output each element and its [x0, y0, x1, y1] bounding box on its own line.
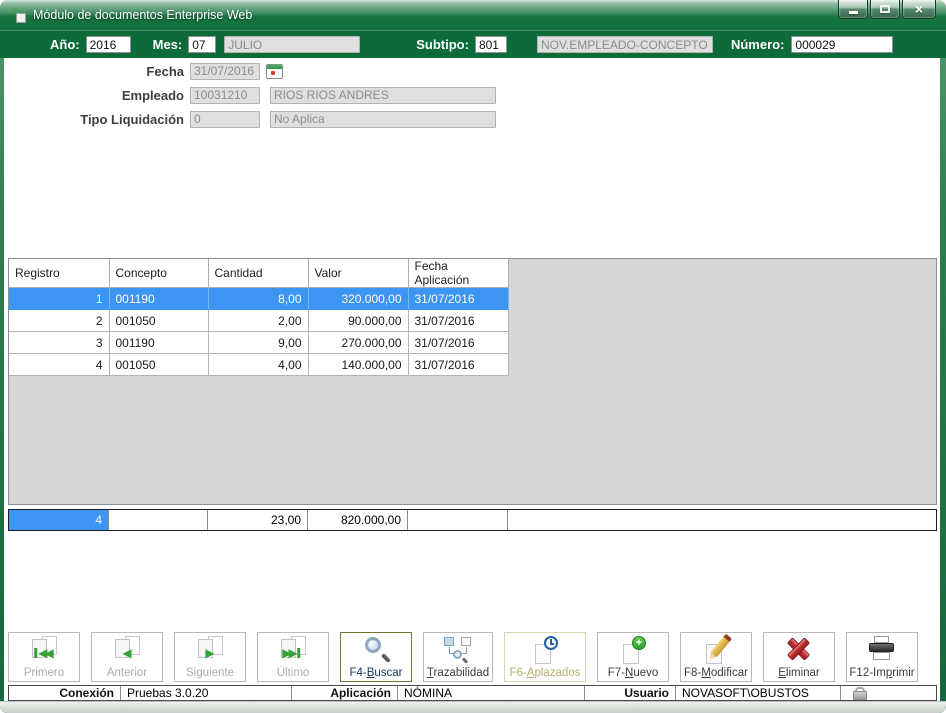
imprimir-button[interactable]: F12-Imprimir: [846, 632, 918, 682]
table-row[interactable]: 4 001050 4,00 140.000,00 31/07/2016: [9, 353, 509, 376]
total-concepto: [109, 510, 208, 530]
numero-label: Número:: [730, 37, 785, 52]
aplazados-button: F6-Aplazados: [504, 632, 586, 682]
maximize-button[interactable]: [870, 0, 900, 19]
app-window: Módulo de documentos Enterprise Web × Añ…: [0, 0, 946, 713]
button-label: Primero: [23, 667, 65, 679]
button-label: Siguiente: [186, 667, 234, 679]
table-header-row: Registro Concepto Cantidad Valor Fecha A…: [9, 259, 509, 288]
totals-row: 4 23,00 820.000,00: [8, 509, 937, 531]
fecha-label: Fecha: [146, 63, 184, 79]
document-header-bar: Año: Mes: Subtipo: Número:: [0, 30, 946, 58]
mes-input[interactable]: [188, 36, 217, 53]
total-valor: 820.000,00: [308, 510, 408, 530]
button-label: F12-Imprimir: [849, 667, 915, 679]
close-icon: ×: [914, 0, 924, 17]
conexion-value: Pruebas 3.0.20: [121, 686, 292, 700]
traceability-icon: [441, 636, 475, 664]
security-cell: [841, 686, 936, 700]
button-label: Anterior: [106, 667, 148, 679]
client-area: Fecha Empleado Tipo Liquidación: [4, 58, 940, 701]
usuario-value: NOVASOFT\OBUSTOS: [676, 686, 841, 700]
previous-record-icon: ◀: [111, 636, 143, 663]
ano-label: Año:: [50, 37, 80, 52]
button-label: F4-Buscar: [349, 667, 403, 679]
new-record-icon: +: [619, 636, 647, 664]
mes-nombre-field: [224, 36, 361, 53]
total-fecha: [408, 510, 508, 530]
ultimo-button: ▶▶ Último: [257, 632, 329, 682]
button-label: Trazabilidad: [426, 667, 490, 679]
deferred-clock-icon: [531, 636, 559, 664]
button-label: Eliminar: [778, 667, 820, 679]
calendar-icon[interactable]: [266, 63, 283, 79]
action-toolbar: ◀◀ Primero ◀ Anterior ▶ Siguiente ▶▶ Últ…: [8, 632, 918, 682]
minimize-button[interactable]: [838, 0, 868, 19]
records-grid-panel: Registro Concepto Cantidad Valor Fecha A…: [8, 258, 937, 505]
primero-button: ◀◀ Primero: [8, 632, 80, 682]
mes-label: Mes:: [152, 37, 183, 52]
conexion-label: Conexión: [9, 686, 121, 700]
table-row[interactable]: 2 001050 2,00 90.000,00 31/07/2016: [9, 309, 509, 332]
tipo-liquidacion-nombre-field: [270, 110, 496, 128]
subtipo-label: Subtipo:: [416, 37, 469, 52]
maximize-icon: [880, 5, 890, 13]
numero-input[interactable]: [791, 36, 894, 53]
siguiente-button: ▶ Siguiente: [174, 632, 246, 682]
document-form: Fecha Empleado Tipo Liquidación: [4, 62, 940, 134]
printer-icon: [867, 636, 897, 662]
first-record-icon: ◀◀: [28, 636, 60, 663]
fecha-field: [190, 62, 260, 80]
nuevo-button[interactable]: + F7-Nuevo: [597, 632, 669, 682]
last-record-icon: ▶▶: [277, 636, 309, 663]
records-table: Registro Concepto Cantidad Valor Fecha A…: [9, 259, 509, 376]
search-icon: [361, 636, 391, 664]
tipo-liquidacion-codigo-field: [190, 110, 260, 128]
total-filler: [508, 510, 936, 530]
aplicacion-value: NÓMINA: [398, 686, 585, 700]
col-registro[interactable]: Registro: [9, 259, 110, 288]
tipo-liquidacion-label: Tipo Liquidación: [80, 111, 184, 127]
window-bottom-frame: [0, 701, 946, 713]
empleado-nombre-field: [270, 86, 496, 104]
lock-icon: [853, 686, 867, 700]
total-cantidad: 23,00: [208, 510, 308, 530]
window-controls: ×: [838, 0, 936, 19]
col-concepto[interactable]: Concepto: [108, 259, 209, 288]
modificar-button[interactable]: F8-Modificar: [680, 632, 752, 682]
subtipo-input[interactable]: [474, 36, 507, 53]
col-fecha-aplicacion[interactable]: Fecha Aplicación: [407, 259, 509, 288]
button-label: F6-Aplazados: [509, 667, 581, 679]
subtipo-nombre-field: [536, 36, 713, 53]
delete-x-icon: [784, 636, 814, 662]
next-record-icon: ▶: [194, 636, 226, 663]
empleado-label: Empleado: [121, 87, 184, 103]
table-row[interactable]: 3 001190 9,00 270.000,00 31/07/2016: [9, 331, 509, 354]
titlebar: Módulo de documentos Enterprise Web: [0, 0, 946, 30]
usuario-label: Usuario: [585, 686, 676, 700]
minimize-icon: [848, 11, 858, 14]
window-title: Módulo de documentos Enterprise Web: [33, 8, 253, 22]
buscar-button[interactable]: F4-Buscar: [340, 632, 412, 682]
eliminar-button[interactable]: Eliminar: [763, 632, 835, 682]
close-button[interactable]: ×: [902, 0, 936, 19]
anterior-button: ◀ Anterior: [91, 632, 163, 682]
button-label: F8-Modificar: [684, 667, 748, 679]
col-valor[interactable]: Valor: [307, 259, 409, 288]
trazabilidad-button[interactable]: Trazabilidad: [423, 632, 493, 682]
app-icon: [7, 6, 26, 23]
total-registros: 4: [9, 510, 109, 530]
col-cantidad[interactable]: Cantidad: [207, 259, 309, 288]
ano-input[interactable]: [85, 36, 131, 53]
button-label: Último: [276, 667, 310, 679]
edit-pencil-icon: [702, 636, 730, 664]
table-row[interactable]: 1 001190 8,00 320.000,00 31/07/2016: [9, 287, 509, 310]
aplicacion-label: Aplicación: [292, 686, 398, 700]
status-bar: Conexión Pruebas 3.0.20 Aplicación NÓMIN…: [8, 685, 937, 701]
empleado-codigo-field: [190, 86, 260, 104]
button-label: F7-Nuevo: [607, 667, 659, 679]
